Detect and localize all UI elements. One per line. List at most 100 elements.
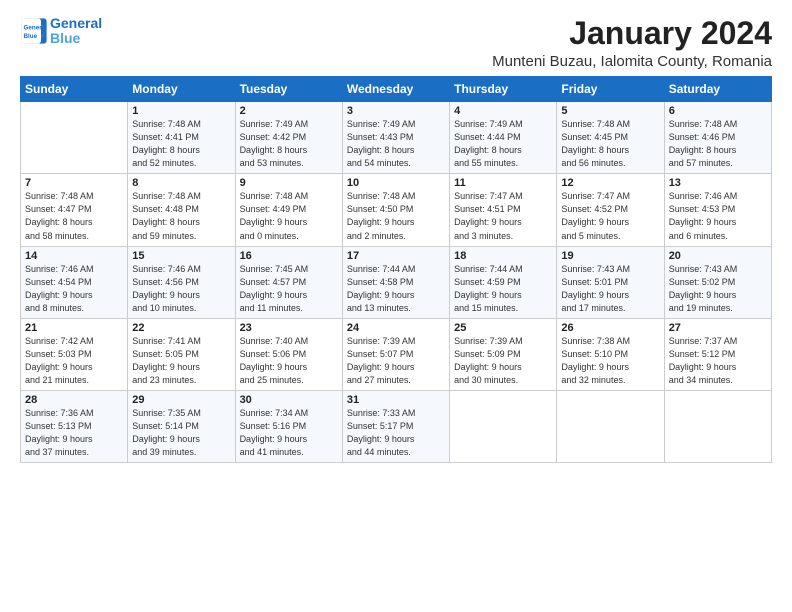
day-info: Sunrise: 7:43 AMSunset: 5:01 PMDaylight:… xyxy=(561,263,659,315)
day-info: Sunrise: 7:40 AMSunset: 5:06 PMDaylight:… xyxy=(240,335,338,387)
cell-w1-d5: 4 Sunrise: 7:49 AMSunset: 4:44 PMDayligh… xyxy=(450,102,557,174)
cell-w3-d5: 18 Sunrise: 7:44 AMSunset: 4:59 PMDaylig… xyxy=(450,246,557,318)
col-sunday: Sunday xyxy=(21,77,128,102)
cell-w2-d6: 12 Sunrise: 7:47 AMSunset: 4:52 PMDaylig… xyxy=(557,174,664,246)
day-info: Sunrise: 7:43 AMSunset: 5:02 PMDaylight:… xyxy=(669,263,767,315)
day-info: Sunrise: 7:39 AMSunset: 5:09 PMDaylight:… xyxy=(454,335,552,387)
day-info: Sunrise: 7:47 AMSunset: 4:51 PMDaylight:… xyxy=(454,190,552,242)
day-number: 29 xyxy=(132,394,230,406)
cell-w1-d4: 3 Sunrise: 7:49 AMSunset: 4:43 PMDayligh… xyxy=(342,102,449,174)
day-info: Sunrise: 7:49 AMSunset: 4:43 PMDaylight:… xyxy=(347,118,445,170)
day-info: Sunrise: 7:46 AMSunset: 4:56 PMDaylight:… xyxy=(132,263,230,315)
cell-w3-d4: 17 Sunrise: 7:44 AMSunset: 4:58 PMDaylig… xyxy=(342,246,449,318)
day-info: Sunrise: 7:48 AMSunset: 4:46 PMDaylight:… xyxy=(669,118,767,170)
week-row-2: 7 Sunrise: 7:48 AMSunset: 4:47 PMDayligh… xyxy=(21,174,772,246)
day-number: 30 xyxy=(240,394,338,406)
cell-w4-d6: 26 Sunrise: 7:38 AMSunset: 5:10 PMDaylig… xyxy=(557,318,664,390)
cell-w5-d5 xyxy=(450,390,557,462)
day-info: Sunrise: 7:37 AMSunset: 5:12 PMDaylight:… xyxy=(669,335,767,387)
day-info: Sunrise: 7:49 AMSunset: 4:42 PMDaylight:… xyxy=(240,118,338,170)
day-info: Sunrise: 7:44 AMSunset: 4:59 PMDaylight:… xyxy=(454,263,552,315)
cell-w3-d3: 16 Sunrise: 7:45 AMSunset: 4:57 PMDaylig… xyxy=(235,246,342,318)
cell-w1-d3: 2 Sunrise: 7:49 AMSunset: 4:42 PMDayligh… xyxy=(235,102,342,174)
day-number: 7 xyxy=(25,177,123,189)
day-number: 22 xyxy=(132,322,230,334)
day-number: 2 xyxy=(240,105,338,117)
day-number: 31 xyxy=(347,394,445,406)
day-info: Sunrise: 7:48 AMSunset: 4:47 PMDaylight:… xyxy=(25,190,123,242)
cell-w4-d3: 23 Sunrise: 7:40 AMSunset: 5:06 PMDaylig… xyxy=(235,318,342,390)
cell-w4-d4: 24 Sunrise: 7:39 AMSunset: 5:07 PMDaylig… xyxy=(342,318,449,390)
day-info: Sunrise: 7:46 AMSunset: 4:54 PMDaylight:… xyxy=(25,263,123,315)
calendar-header: Sunday Monday Tuesday Wednesday Thursday… xyxy=(21,77,772,102)
calendar-table: Sunday Monday Tuesday Wednesday Thursday… xyxy=(20,76,772,463)
day-info: Sunrise: 7:44 AMSunset: 4:58 PMDaylight:… xyxy=(347,263,445,315)
cell-w4-d2: 22 Sunrise: 7:41 AMSunset: 5:05 PMDaylig… xyxy=(128,318,235,390)
month-title: January 2024 xyxy=(492,16,772,51)
week-row-3: 14 Sunrise: 7:46 AMSunset: 4:54 PMDaylig… xyxy=(21,246,772,318)
cell-w1-d6: 5 Sunrise: 7:48 AMSunset: 4:45 PMDayligh… xyxy=(557,102,664,174)
col-saturday: Saturday xyxy=(664,77,771,102)
cell-w2-d1: 7 Sunrise: 7:48 AMSunset: 4:47 PMDayligh… xyxy=(21,174,128,246)
week-row-5: 28 Sunrise: 7:36 AMSunset: 5:13 PMDaylig… xyxy=(21,390,772,462)
logo: General Blue GeneralBlue xyxy=(20,16,102,47)
day-info: Sunrise: 7:41 AMSunset: 5:05 PMDaylight:… xyxy=(132,335,230,387)
cell-w2-d7: 13 Sunrise: 7:46 AMSunset: 4:53 PMDaylig… xyxy=(664,174,771,246)
calendar-page: General Blue GeneralBlue January 2024 Mu… xyxy=(0,0,792,612)
day-number: 8 xyxy=(132,177,230,189)
cell-w5-d2: 29 Sunrise: 7:35 AMSunset: 5:14 PMDaylig… xyxy=(128,390,235,462)
day-info: Sunrise: 7:48 AMSunset: 4:45 PMDaylight:… xyxy=(561,118,659,170)
day-number: 13 xyxy=(669,177,767,189)
cell-w2-d3: 9 Sunrise: 7:48 AMSunset: 4:49 PMDayligh… xyxy=(235,174,342,246)
cell-w1-d1 xyxy=(21,102,128,174)
day-info: Sunrise: 7:36 AMSunset: 5:13 PMDaylight:… xyxy=(25,407,123,459)
cell-w2-d4: 10 Sunrise: 7:48 AMSunset: 4:50 PMDaylig… xyxy=(342,174,449,246)
cell-w5-d1: 28 Sunrise: 7:36 AMSunset: 5:13 PMDaylig… xyxy=(21,390,128,462)
day-number: 23 xyxy=(240,322,338,334)
day-info: Sunrise: 7:38 AMSunset: 5:10 PMDaylight:… xyxy=(561,335,659,387)
day-number: 25 xyxy=(454,322,552,334)
day-number: 27 xyxy=(669,322,767,334)
col-tuesday: Tuesday xyxy=(235,77,342,102)
week-row-4: 21 Sunrise: 7:42 AMSunset: 5:03 PMDaylig… xyxy=(21,318,772,390)
col-friday: Friday xyxy=(557,77,664,102)
cell-w2-d2: 8 Sunrise: 7:48 AMSunset: 4:48 PMDayligh… xyxy=(128,174,235,246)
day-info: Sunrise: 7:48 AMSunset: 4:49 PMDaylight:… xyxy=(240,190,338,242)
day-number: 14 xyxy=(25,250,123,262)
day-number: 17 xyxy=(347,250,445,262)
day-number: 11 xyxy=(454,177,552,189)
cell-w3-d2: 15 Sunrise: 7:46 AMSunset: 4:56 PMDaylig… xyxy=(128,246,235,318)
day-number: 9 xyxy=(240,177,338,189)
cell-w3-d7: 20 Sunrise: 7:43 AMSunset: 5:02 PMDaylig… xyxy=(664,246,771,318)
day-number: 19 xyxy=(561,250,659,262)
day-number: 1 xyxy=(132,105,230,117)
day-info: Sunrise: 7:48 AMSunset: 4:50 PMDaylight:… xyxy=(347,190,445,242)
logo-text: GeneralBlue xyxy=(50,16,102,47)
cell-w2-d5: 11 Sunrise: 7:47 AMSunset: 4:51 PMDaylig… xyxy=(450,174,557,246)
day-info: Sunrise: 7:42 AMSunset: 5:03 PMDaylight:… xyxy=(25,335,123,387)
day-info: Sunrise: 7:47 AMSunset: 4:52 PMDaylight:… xyxy=(561,190,659,242)
day-info: Sunrise: 7:49 AMSunset: 4:44 PMDaylight:… xyxy=(454,118,552,170)
cell-w4-d5: 25 Sunrise: 7:39 AMSunset: 5:09 PMDaylig… xyxy=(450,318,557,390)
day-number: 15 xyxy=(132,250,230,262)
cell-w5-d7 xyxy=(664,390,771,462)
cell-w3-d6: 19 Sunrise: 7:43 AMSunset: 5:01 PMDaylig… xyxy=(557,246,664,318)
logo-icon: General Blue xyxy=(20,17,48,45)
day-number: 26 xyxy=(561,322,659,334)
day-info: Sunrise: 7:39 AMSunset: 5:07 PMDaylight:… xyxy=(347,335,445,387)
day-number: 24 xyxy=(347,322,445,334)
day-number: 21 xyxy=(25,322,123,334)
week-row-1: 1 Sunrise: 7:48 AMSunset: 4:41 PMDayligh… xyxy=(21,102,772,174)
day-number: 28 xyxy=(25,394,123,406)
cell-w3-d1: 14 Sunrise: 7:46 AMSunset: 4:54 PMDaylig… xyxy=(21,246,128,318)
day-number: 6 xyxy=(669,105,767,117)
cell-w5-d4: 31 Sunrise: 7:33 AMSunset: 5:17 PMDaylig… xyxy=(342,390,449,462)
cell-w5-d3: 30 Sunrise: 7:34 AMSunset: 5:16 PMDaylig… xyxy=(235,390,342,462)
svg-text:Blue: Blue xyxy=(24,33,38,40)
day-number: 18 xyxy=(454,250,552,262)
col-monday: Monday xyxy=(128,77,235,102)
cell-w4-d1: 21 Sunrise: 7:42 AMSunset: 5:03 PMDaylig… xyxy=(21,318,128,390)
day-info: Sunrise: 7:35 AMSunset: 5:14 PMDaylight:… xyxy=(132,407,230,459)
day-number: 20 xyxy=(669,250,767,262)
day-number: 5 xyxy=(561,105,659,117)
